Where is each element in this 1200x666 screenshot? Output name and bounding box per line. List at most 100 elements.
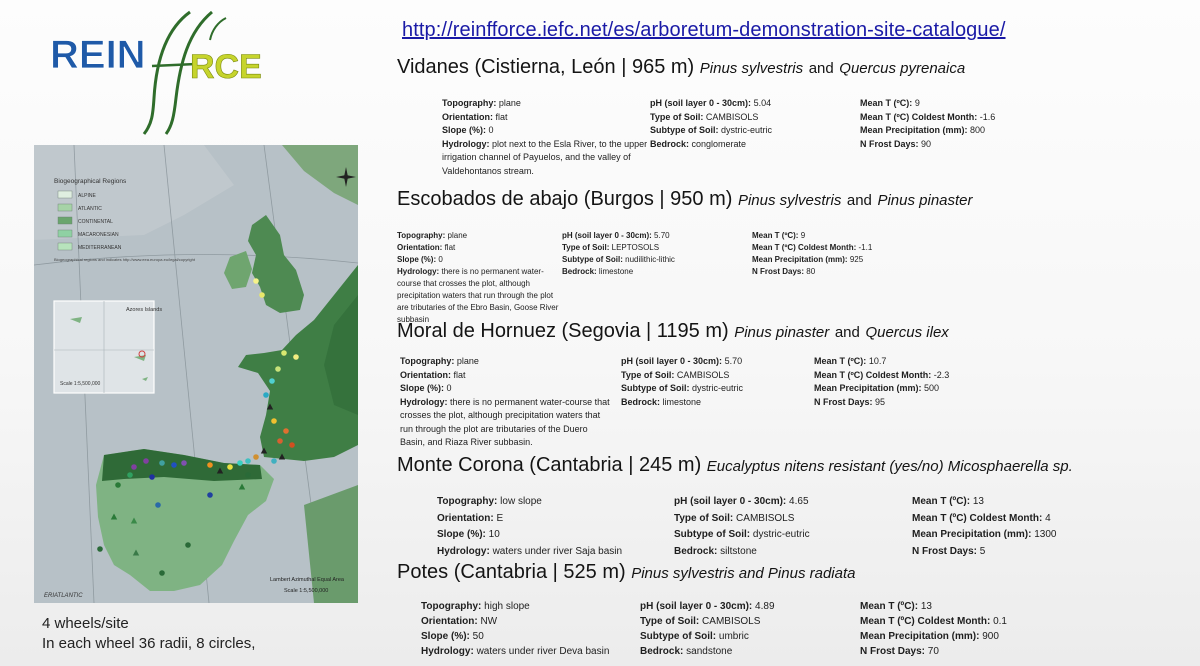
attribute-value: 1300 xyxy=(1034,529,1057,540)
site-marker xyxy=(289,442,295,448)
attribute-row: Topography: plane xyxy=(400,355,610,369)
attribute-row: Mean T (ºC) Coldest Month: 4 xyxy=(912,511,1132,528)
attribute-label: Hydrology: xyxy=(442,138,490,149)
attribute-value: CAMBISOLS xyxy=(676,369,730,380)
species-1: Pinus sylvestris and Pinus radiata xyxy=(631,565,856,582)
attribute-label: Subtype of Soil: xyxy=(640,631,717,642)
attribute-row: pH (soil layer 0 - 30cm): 4.65 xyxy=(674,494,894,511)
note-line-1: 4 wheels/site xyxy=(42,615,129,632)
attribute-label: Mean T (ºC): xyxy=(752,231,799,240)
legend-label: MEDITERRANEAN xyxy=(78,245,122,251)
attribute-value: flat xyxy=(495,111,508,122)
catalogue-link[interactable]: http://reinfforce.iefc.net/es/arboretum-… xyxy=(402,19,1006,42)
attribute-row: Type of Soil: LEPTOSOLS xyxy=(562,242,747,254)
attribute-value: 925 xyxy=(849,255,864,264)
attribute-value: 500 xyxy=(924,383,940,393)
attribute-label: Slope (%): xyxy=(400,383,444,393)
site-attribute-column: Mean T (ºC): 9 Mean T (ºC) Coldest Month:… xyxy=(752,230,932,278)
attribute-value: limestone xyxy=(662,396,702,407)
site-attribute-column: pH (soil layer 0 - 30cm): 5.70 Type of So… xyxy=(562,230,747,278)
attribute-value: 5.70 xyxy=(724,356,743,366)
attribute-row: Subtype of Soil: umbric xyxy=(640,629,855,644)
attribute-row: pH (soil layer 0 - 30cm): 5.70 xyxy=(562,230,747,242)
species-1: Pinus pinaster xyxy=(734,324,830,341)
attribute-value: 5.04 xyxy=(753,98,772,108)
note-line-2: In each wheel 36 radii, 8 circles, xyxy=(42,635,256,653)
attribute-value: -1.1 xyxy=(858,243,873,252)
attribute-label: Mean Precipitation (mm): xyxy=(860,631,980,642)
attribute-row: Hydrology: there is no permanent water-c… xyxy=(397,266,562,326)
attribute-label: Bedrock: xyxy=(674,545,718,557)
attribute-row: Mean T (ºC) Coldest Month: -2.3 xyxy=(814,369,1014,383)
site-marker xyxy=(281,350,287,356)
attribute-value: high slope xyxy=(484,601,530,612)
site-attribute-column: pH (soil layer 0 - 30cm): 5.70 Type of So… xyxy=(621,355,811,409)
attribute-value: 90 xyxy=(921,138,932,149)
attribute-label: Orientation: xyxy=(437,512,494,524)
attribute-label: Type of Soil: xyxy=(621,369,675,380)
site-marker xyxy=(181,460,187,466)
svg-text:Scale 1:5,500,000: Scale 1:5,500,000 xyxy=(60,381,101,387)
attribute-label: Slope (%): xyxy=(437,529,486,540)
attribute-row: pH (soil layer 0 - 30cm): 5.70 xyxy=(621,355,811,369)
attribute-row: Slope (%): 10 xyxy=(437,527,667,544)
attribute-row: Type of Soil: CAMBISOLS xyxy=(674,511,894,528)
attribute-value: CAMBISOLS xyxy=(705,111,759,122)
site-attribute-column: Topography: low slope Orientation: E Slope… xyxy=(437,494,667,560)
site-marker xyxy=(143,458,149,464)
site-name: Moral de Hornuez (Segovia | 1195 m) xyxy=(397,320,729,342)
attribute-label: Type of Soil: xyxy=(562,243,610,252)
attribute-row: N Frost Days: 80 xyxy=(752,266,932,278)
attribute-value: dystric-eutric xyxy=(721,125,773,135)
presentation-slide: REIN RCE Biogeographical Regions ALPINE … xyxy=(0,0,1200,666)
attribute-value: plane xyxy=(447,231,468,240)
attribute-value: -1.6 xyxy=(979,111,996,122)
attribute-value: 70 xyxy=(927,646,939,657)
site-name: Escobados de abajo (Burgos | 950 m) xyxy=(397,188,733,210)
attribute-label: Mean Precipitation (mm): xyxy=(912,529,1032,540)
site-attribute-column: Topography: high slope Orientation: NW Slo… xyxy=(421,599,636,659)
attribute-value: 9 xyxy=(914,98,920,108)
site-marker xyxy=(277,438,283,444)
site-title: Vidanes (Cistierna, León | 965 m) Pinus … xyxy=(397,56,965,79)
attribute-label: Mean Precipitation (mm): xyxy=(814,383,922,393)
attribute-value: 4.89 xyxy=(755,601,775,612)
attribute-label: Hydrology: xyxy=(400,396,448,407)
attribute-label: pH (soil layer 0 - 30cm): xyxy=(650,98,752,108)
attribute-label: Mean T (ºC): xyxy=(860,98,913,108)
attribute-value: 0 xyxy=(446,383,452,393)
attribute-row: N Frost Days: 5 xyxy=(912,544,1132,561)
species-2: Quercus ilex xyxy=(865,324,949,341)
svg-text:REIN: REIN xyxy=(50,33,146,77)
site-attribute-column: Topography: plane Orientation: flat Slope … xyxy=(442,97,652,178)
attribute-row: N Frost Days: 70 xyxy=(860,644,1080,659)
site-marker xyxy=(131,464,137,470)
attribute-value: -2.3 xyxy=(933,369,950,380)
attribute-label: Subtype of Soil: xyxy=(674,529,751,540)
attribute-label: Type of Soil: xyxy=(674,512,734,524)
attribute-row: Hydrology: waters under river Saja basin xyxy=(437,544,667,561)
attribute-value: 10 xyxy=(488,529,500,540)
site-marker xyxy=(259,292,265,298)
attribute-label: Mean T (ºC): xyxy=(860,601,919,612)
attribute-value: 4 xyxy=(1045,512,1051,524)
attribute-row: Mean Precipitation (mm): 800 xyxy=(860,124,1040,138)
attribute-label: Mean T (ºC): xyxy=(814,356,867,366)
attribute-value: 13 xyxy=(920,601,932,612)
attribute-row: Mean T (ºC): 10.7 xyxy=(814,355,1014,369)
svg-text:Lambert Azimuthal Equal Area: Lambert Azimuthal Equal Area xyxy=(270,577,345,583)
site-marker xyxy=(171,462,177,468)
attribute-label: Mean T (ºC) Coldest Month: xyxy=(814,369,932,380)
attribute-row: Bedrock: conglomerate xyxy=(650,138,850,152)
site-marker xyxy=(283,428,289,434)
site-marker xyxy=(149,474,155,480)
site-marker xyxy=(253,454,259,460)
attribute-label: Mean T (ºC): xyxy=(912,496,971,507)
attribute-label: N Frost Days: xyxy=(814,396,873,407)
attribute-value: E xyxy=(496,512,504,524)
attribute-label: Bedrock: xyxy=(650,138,690,149)
site-marker xyxy=(227,464,233,470)
attribute-label: pH (soil layer 0 - 30cm): xyxy=(621,356,723,366)
attribute-value: 95 xyxy=(875,396,886,407)
attribute-value: 0.1 xyxy=(993,616,1007,627)
